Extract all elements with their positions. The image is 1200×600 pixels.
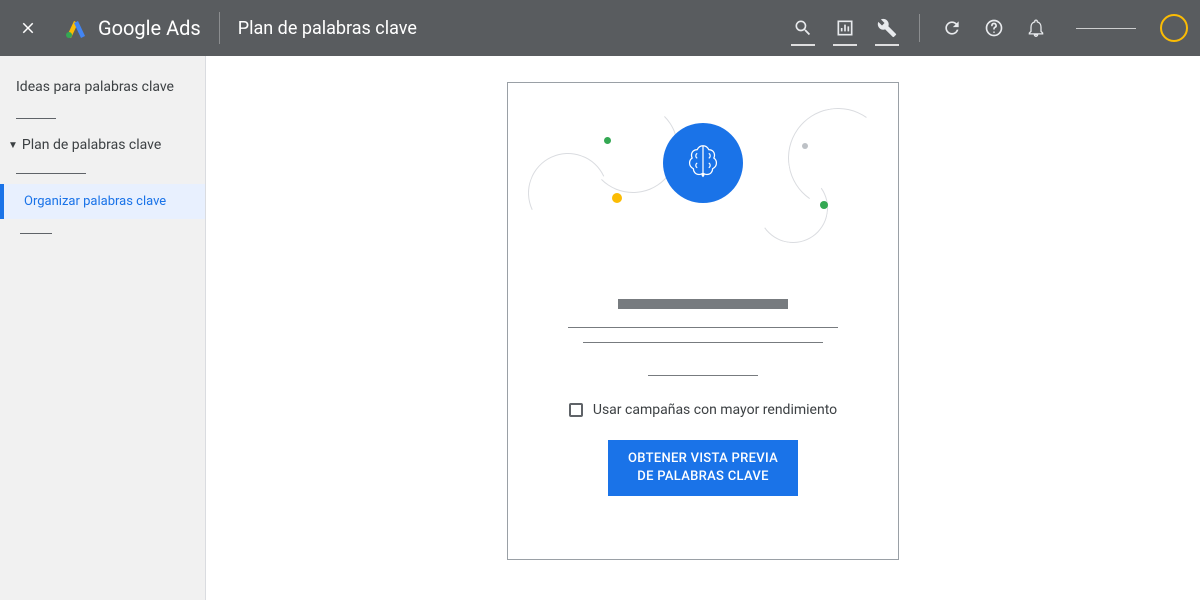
sidebar-item-organize-keywords[interactable]: Organizar palabras clave: [0, 184, 205, 219]
get-keyword-preview-button[interactable]: OBTENER VISTA PREVIA DE PALABRAS CLAVE: [608, 440, 798, 496]
bell-icon: [1026, 18, 1046, 38]
app-header: Google Ads Plan de palabras clave: [0, 0, 1200, 56]
help-button[interactable]: [982, 16, 1006, 40]
cta-line-2: DE PALABRAS CLAVE: [624, 468, 782, 486]
toolbar-divider: [919, 14, 920, 42]
checkbox[interactable]: [569, 403, 583, 417]
sidebar-item-label: Ideas para palabras clave: [16, 79, 174, 95]
sidebar-item-label: Organizar palabras clave: [24, 194, 166, 209]
bar-chart-icon: [835, 18, 855, 38]
account-avatar[interactable]: [1160, 14, 1188, 42]
sidebar-item-keyword-ideas[interactable]: Ideas para palabras clave: [0, 68, 205, 106]
cta-line-1: OBTENER VISTA PREVIA: [624, 450, 782, 468]
organize-keywords-card: Usar campañas con mayor rendimiento OBTE…: [507, 82, 899, 560]
product-name: Google Ads: [98, 16, 201, 40]
placeholder-text-line: [568, 327, 838, 328]
placeholder-text-line: [648, 375, 758, 376]
wrench-icon: [877, 18, 897, 38]
placeholder-heading-bar: [618, 299, 788, 309]
header-divider: [219, 12, 220, 44]
illustration: [538, 113, 868, 253]
sidebar-item-label: Plan de palabras clave: [22, 137, 161, 153]
product-logo[interactable]: Google Ads: [64, 16, 201, 40]
notifications-button[interactable]: [1024, 16, 1048, 40]
sidebar-nav: Ideas para palabras clave ▼ Plan de pala…: [0, 56, 206, 600]
main-content: Usar campañas con mayor rendimiento OBTE…: [206, 56, 1200, 600]
search-icon: [793, 18, 813, 38]
google-ads-logo-icon: [64, 16, 88, 40]
sidebar-separator: [16, 173, 86, 174]
caret-down-icon: ▼: [8, 140, 18, 151]
sidebar-separator: [20, 233, 52, 234]
close-icon: [19, 19, 37, 37]
refresh-icon: [942, 18, 962, 38]
use-top-campaigns-option[interactable]: Usar campañas con mayor rendimiento: [569, 402, 837, 418]
refresh-button[interactable]: [940, 16, 964, 40]
sidebar-separator: [16, 118, 56, 119]
close-button[interactable]: [12, 12, 44, 44]
account-placeholder-line: [1076, 28, 1136, 29]
page-title: Plan de palabras clave: [238, 18, 417, 39]
sidebar-item-keyword-plan[interactable]: ▼ Plan de palabras clave: [0, 131, 205, 159]
search-button[interactable]: [791, 16, 815, 40]
reports-button[interactable]: [833, 16, 857, 40]
placeholder-text-line: [583, 342, 823, 343]
header-toolbar: [791, 14, 1188, 42]
checkbox-label: Usar campañas con mayor rendimiento: [593, 402, 837, 418]
brain-icon: [663, 123, 743, 203]
help-icon: [984, 18, 1004, 38]
tools-button[interactable]: [875, 16, 899, 40]
